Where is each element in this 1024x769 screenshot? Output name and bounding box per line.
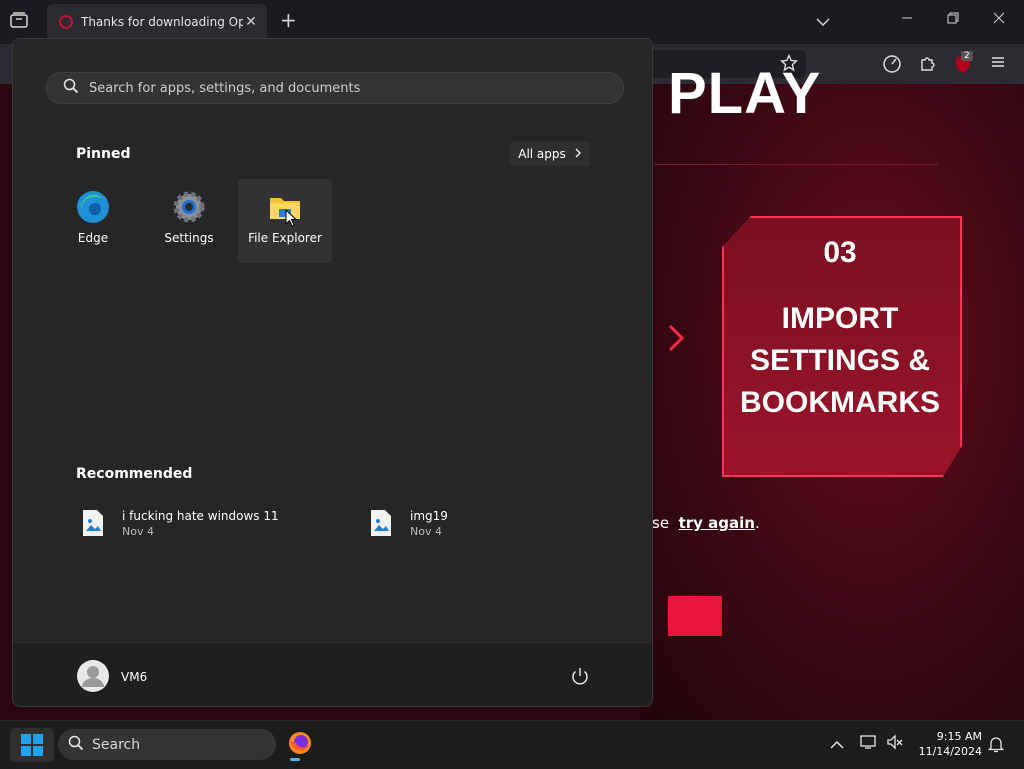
taskbar-search-box[interactable]: Search (58, 729, 276, 760)
chevron-right-icon (574, 147, 582, 161)
recommended-heading: Recommended (76, 466, 193, 482)
taskbar-app-firefox[interactable] (288, 731, 314, 761)
extensions-puzzle-icon[interactable] (919, 54, 937, 77)
image-file-icon (82, 509, 104, 537)
minimize-button[interactable] (900, 10, 914, 30)
windows-logo-icon (21, 734, 43, 760)
settings-gear-icon (171, 189, 207, 225)
recommended-file-name: i fucking hate windows 11 (122, 509, 279, 523)
volume-muted-icon[interactable] (886, 734, 904, 755)
try-again-link[interactable]: try again (679, 514, 755, 532)
pinned-heading: Pinned (76, 146, 131, 162)
all-apps-label: All apps (518, 147, 566, 161)
close-window-button[interactable] (992, 10, 1006, 30)
system-clock[interactable]: 9:15 AM 11/14/2024 (912, 729, 982, 759)
if-award-logo (668, 596, 722, 636)
recommended-file-name: img19 (410, 509, 448, 523)
user-avatar[interactable] (77, 660, 109, 692)
power-icon[interactable] (569, 665, 591, 687)
search-icon (63, 78, 79, 98)
tab-list-chevron-icon[interactable] (816, 12, 830, 32)
retry-text: se try again. (652, 514, 760, 532)
show-hidden-icons-chevron-icon[interactable] (830, 735, 844, 755)
restore-button[interactable] (946, 10, 960, 30)
page-headline: PLAY (668, 61, 822, 126)
opera-favicon-icon (59, 15, 73, 29)
recommended-item[interactable]: img19 Nov 4 (370, 509, 448, 538)
pinned-app-settings[interactable]: Settings (142, 179, 236, 263)
search-icon (68, 735, 84, 755)
pinned-app-edge[interactable]: Edge (46, 179, 140, 263)
hamburger-menu-icon[interactable] (990, 54, 1006, 75)
windows-taskbar: Search 9:15 AM 11/14/2024 (0, 720, 1024, 769)
search-placeholder: Search for apps, settings, and documents (89, 80, 361, 96)
divider-line (654, 164, 938, 165)
tab-opera-download[interactable]: Thanks for downloading Opera ✕ (47, 4, 267, 40)
extension-count-badge: 2 (961, 51, 973, 61)
step-number: 03 (823, 236, 857, 269)
retry-prefix: se (652, 514, 670, 532)
speed-dial-icon[interactable] (882, 54, 902, 79)
recommended-file-date: Nov 4 (410, 525, 442, 538)
start-button[interactable] (10, 728, 54, 762)
edge-icon (75, 189, 111, 225)
step-description: IMPORT SETTINGS & BOOKMARKS (740, 302, 940, 419)
mouse-cursor-icon (285, 208, 298, 231)
firefox-icon (288, 732, 312, 759)
image-file-icon (370, 509, 392, 537)
recommended-item[interactable]: i fucking hate windows 11 Nov 4 (82, 509, 279, 538)
network-icon[interactable] (860, 734, 878, 755)
clock-time: 9:15 AM (936, 730, 982, 743)
pinned-app-label: Settings (164, 231, 214, 245)
retry-suffix: . (754, 514, 760, 532)
running-indicator (290, 758, 300, 761)
recommended-file-date: Nov 4 (122, 525, 154, 538)
clock-date: 11/14/2024 (918, 745, 982, 758)
tab-title: Thanks for downloading Opera (81, 15, 243, 29)
pinned-app-label: Edge (77, 231, 109, 245)
notification-bell-icon[interactable] (987, 735, 1005, 758)
start-menu: Search for apps, settings, and documents… (12, 38, 653, 707)
user-name[interactable]: VM6 (121, 670, 147, 684)
start-menu-footer: VM6 (13, 642, 652, 706)
taskbar-search-label: Search (92, 736, 141, 753)
tab-menu-icon[interactable] (10, 12, 28, 33)
all-apps-button[interactable]: All apps (510, 142, 590, 166)
tab-close-button[interactable]: ✕ (243, 14, 259, 30)
new-tab-button[interactable]: + (280, 10, 297, 30)
pinned-app-label: File Explorer (248, 231, 322, 245)
carousel-next-chevron-icon[interactable] (666, 322, 686, 363)
start-search-input[interactable]: Search for apps, settings, and documents (46, 72, 624, 104)
